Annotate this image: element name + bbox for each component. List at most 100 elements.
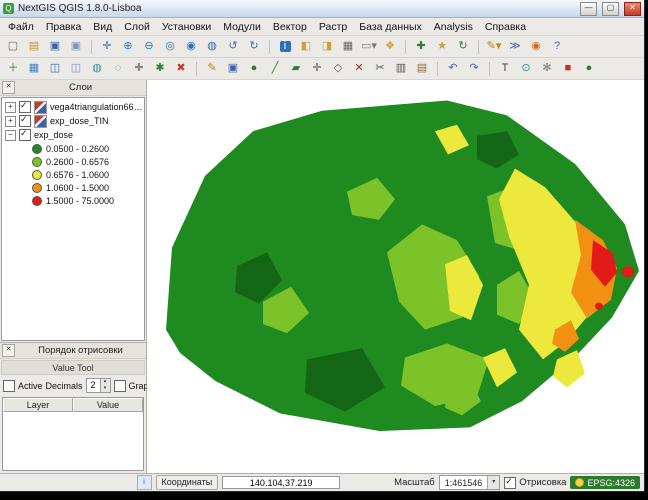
- map-tips-icon[interactable]: ❖: [380, 37, 400, 57]
- toolbar-separator[interactable]: [401, 37, 410, 57]
- open-attribute-table-icon[interactable]: ▦: [338, 37, 358, 57]
- menu-item-file[interactable]: Файл: [2, 20, 40, 34]
- menu-item-layer[interactable]: Слой: [118, 20, 156, 34]
- layer-item-exp-dose-tin[interactable]: + ✓ exp_dose_TIN: [2, 114, 144, 128]
- toolbar-separator[interactable]: [433, 59, 442, 79]
- expander-icon[interactable]: +: [5, 116, 16, 127]
- menu-item-edit[interactable]: Правка: [40, 20, 87, 34]
- value-table-header-layer[interactable]: Layer: [3, 398, 73, 412]
- menu-item-raster[interactable]: Растр: [313, 20, 353, 34]
- node-tool-icon[interactable]: ◇: [328, 59, 348, 79]
- zoom-to-selection-icon[interactable]: ◉: [181, 37, 201, 57]
- legend-class-4[interactable]: 1.0600 - 1.5000: [32, 181, 144, 194]
- menu-item-vector[interactable]: Вектор: [267, 20, 313, 34]
- select-features-icon[interactable]: ◧: [296, 37, 316, 57]
- zoom-in-icon[interactable]: ⊕: [118, 37, 138, 57]
- zoom-next-icon[interactable]: ↻: [244, 37, 264, 57]
- toolbar-separator[interactable]: [485, 59, 494, 79]
- toolbar-separator[interactable]: [192, 59, 201, 79]
- menu-item-database[interactable]: База данных: [353, 20, 428, 34]
- grass-tools-icon[interactable]: ●: [579, 59, 599, 79]
- refresh-map-icon[interactable]: ↻: [453, 37, 473, 57]
- redo-icon[interactable]: ↷: [464, 59, 484, 79]
- save-project-as-icon[interactable]: ▣: [66, 37, 86, 57]
- save-project-icon[interactable]: ▣: [45, 37, 65, 57]
- layer-crs-icon[interactable]: ⊙: [516, 59, 536, 79]
- map-canvas[interactable]: [147, 80, 644, 473]
- identify-icon[interactable]: i: [275, 37, 295, 57]
- coordinates-input[interactable]: [222, 476, 340, 489]
- menu-item-help[interactable]: Справка: [479, 20, 532, 34]
- new-project-icon[interactable]: ▢: [3, 37, 23, 57]
- menu-item-view[interactable]: Вид: [87, 20, 118, 34]
- close-icon[interactable]: ✕: [2, 344, 15, 357]
- labeling-icon[interactable]: T: [495, 59, 515, 79]
- legend-class-2[interactable]: 0.2600 - 0.6576: [32, 155, 144, 168]
- log-messages-icon[interactable]: i: [137, 475, 152, 490]
- spin-down-icon[interactable]: ▾: [101, 386, 110, 393]
- menu-item-plugins[interactable]: Модули: [217, 20, 267, 34]
- move-feature-icon[interactable]: ✛: [307, 59, 327, 79]
- layer-visibility-checkbox[interactable]: ✓: [19, 101, 31, 113]
- save-edits-icon[interactable]: ▣: [223, 59, 243, 79]
- coordinates-toggle-button[interactable]: Координаты: [156, 475, 219, 490]
- maximize-button[interactable]: ▢: [602, 2, 619, 16]
- layer-visibility-checkbox[interactable]: ✓: [19, 129, 31, 141]
- add-delimited-text-icon[interactable]: ✚: [129, 59, 149, 79]
- zoom-out-icon[interactable]: ⊖: [139, 37, 159, 57]
- value-table-header-value[interactable]: Value: [73, 398, 143, 412]
- active-checkbox[interactable]: [3, 380, 15, 392]
- layer-visibility-checkbox[interactable]: ✓: [19, 115, 31, 127]
- chevron-down-icon[interactable]: ▾: [487, 476, 499, 489]
- menu-item-settings[interactable]: Установки: [156, 20, 217, 34]
- add-wfs-layer-icon[interactable]: ◌: [108, 59, 128, 79]
- show-bookmarks-icon[interactable]: ★: [432, 37, 452, 57]
- close-icon[interactable]: ✕: [2, 81, 15, 94]
- toolbar-separator[interactable]: [87, 37, 96, 57]
- remove-layer-icon[interactable]: ✖: [171, 59, 191, 79]
- render-checkbox[interactable]: ✓: [504, 477, 516, 489]
- add-postgis-layer-icon[interactable]: ◫: [45, 59, 65, 79]
- minimize-button[interactable]: —: [580, 2, 597, 16]
- cut-features-icon[interactable]: ✂: [370, 59, 390, 79]
- measure-icon[interactable]: ▭▾: [359, 37, 379, 57]
- capture-line-icon[interactable]: ╱: [265, 59, 285, 79]
- toolbar-separator[interactable]: [474, 37, 483, 57]
- zoom-full-icon[interactable]: ◎: [160, 37, 180, 57]
- expander-icon[interactable]: +: [5, 102, 16, 113]
- add-vector-layer-icon[interactable]: ＋: [3, 59, 23, 79]
- value-tool-tab[interactable]: Value Tool: [1, 360, 145, 375]
- layer-tree[interactable]: + ✓ vega4triangulation662cdc2085044b35..…: [1, 97, 145, 341]
- layer-item-exp-dose[interactable]: − ✓ exp_dose: [2, 128, 144, 142]
- render-toggle[interactable]: ✓ Отрисовка: [504, 477, 566, 489]
- close-button[interactable]: ✕: [624, 2, 641, 16]
- pan-map-icon[interactable]: ✛: [97, 37, 117, 57]
- zoom-last-icon[interactable]: ↺: [223, 37, 243, 57]
- new-bookmark-icon[interactable]: ✚: [411, 37, 431, 57]
- menu-item-analysis[interactable]: Analysis: [428, 20, 479, 34]
- paste-features-icon[interactable]: ▤: [412, 59, 432, 79]
- scale-combo[interactable]: 1:461546 ▾: [439, 475, 501, 490]
- layer-item-vega4triangulation[interactable]: + ✓ vega4triangulation662cdc2085044b35..…: [2, 100, 144, 114]
- deselect-features-icon[interactable]: ◨: [317, 37, 337, 57]
- add-wms-layer-icon[interactable]: ◍: [87, 59, 107, 79]
- title-bar[interactable]: Q NextGIS QGIS 1.8.0-Lisboa — ▢ ✕: [0, 0, 644, 18]
- legend-class-3[interactable]: 0.6576 - 1.0600: [32, 168, 144, 181]
- toolbar-separator[interactable]: [265, 37, 274, 57]
- capture-point-icon[interactable]: ●: [244, 59, 264, 79]
- graph-checkbox[interactable]: [114, 380, 126, 392]
- add-spatialite-layer-icon[interactable]: ◫: [66, 59, 86, 79]
- expander-icon[interactable]: −: [5, 130, 16, 141]
- help-contents-icon[interactable]: ?: [547, 37, 567, 57]
- python-console-icon[interactable]: ≫: [505, 37, 525, 57]
- text-annotation-icon[interactable]: ✎▾: [484, 37, 504, 57]
- decimals-stepper[interactable]: 2 ▴ ▾: [86, 378, 111, 393]
- open-project-icon[interactable]: ▤: [24, 37, 44, 57]
- undo-icon[interactable]: ↶: [443, 59, 463, 79]
- nextgis-connect-icon[interactable]: ◉: [526, 37, 546, 57]
- legend-class-1[interactable]: 0.0500 - 0.2600: [32, 142, 144, 155]
- delete-selected-icon[interactable]: ✕: [349, 59, 369, 79]
- add-raster-layer-icon[interactable]: ▦: [24, 59, 44, 79]
- analysis-tools-icon[interactable]: ■: [558, 59, 578, 79]
- legend-class-5[interactable]: 1.5000 - 75.0000: [32, 194, 144, 207]
